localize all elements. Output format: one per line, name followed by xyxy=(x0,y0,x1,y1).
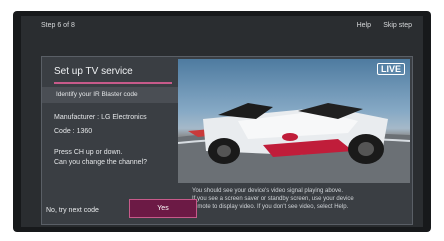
title-underline xyxy=(54,82,172,84)
info-text: You should see your device's video signa… xyxy=(192,187,402,211)
help-link[interactable]: Help xyxy=(357,22,371,29)
setup-subtitle: Identify your IR Blaster code xyxy=(42,87,178,103)
tv-bezel: Step 6 of 8 Help Skip step Set up TV ser… xyxy=(13,11,431,232)
info-line-3: remote to display video. If you don't se… xyxy=(192,204,349,210)
info-line-1: You should see your device's video signa… xyxy=(192,188,344,194)
skip-step-link[interactable]: Skip step xyxy=(383,22,412,29)
video-preview: LIVE xyxy=(178,59,410,183)
prompt-line-1: Press CH up or down. xyxy=(54,149,123,156)
step-indicator: Step 6 of 8 xyxy=(41,22,75,29)
setup-title: Set up TV service xyxy=(54,66,133,77)
try-next-code-button[interactable]: No, try next code xyxy=(46,207,99,214)
tv-screen: Step 6 of 8 Help Skip step Set up TV ser… xyxy=(21,16,423,227)
code-text: Code : 1360 xyxy=(54,128,93,135)
manufacturer-text: Manufacturer : LG Electronics xyxy=(54,114,147,121)
race-car-image xyxy=(178,103,410,183)
live-badge: LIVE xyxy=(376,63,405,75)
prompt-line-2: Can you change the channel? xyxy=(54,159,148,166)
prompt-text: Press CH up or down. Can you change the … xyxy=(54,148,147,168)
yes-button[interactable]: Yes xyxy=(129,199,197,218)
top-bar: Step 6 of 8 Help Skip step xyxy=(21,16,423,44)
info-line-2: If you see a screen saver or standby scr… xyxy=(192,196,354,202)
setup-panel: Set up TV service Identify your IR Blast… xyxy=(41,56,413,225)
